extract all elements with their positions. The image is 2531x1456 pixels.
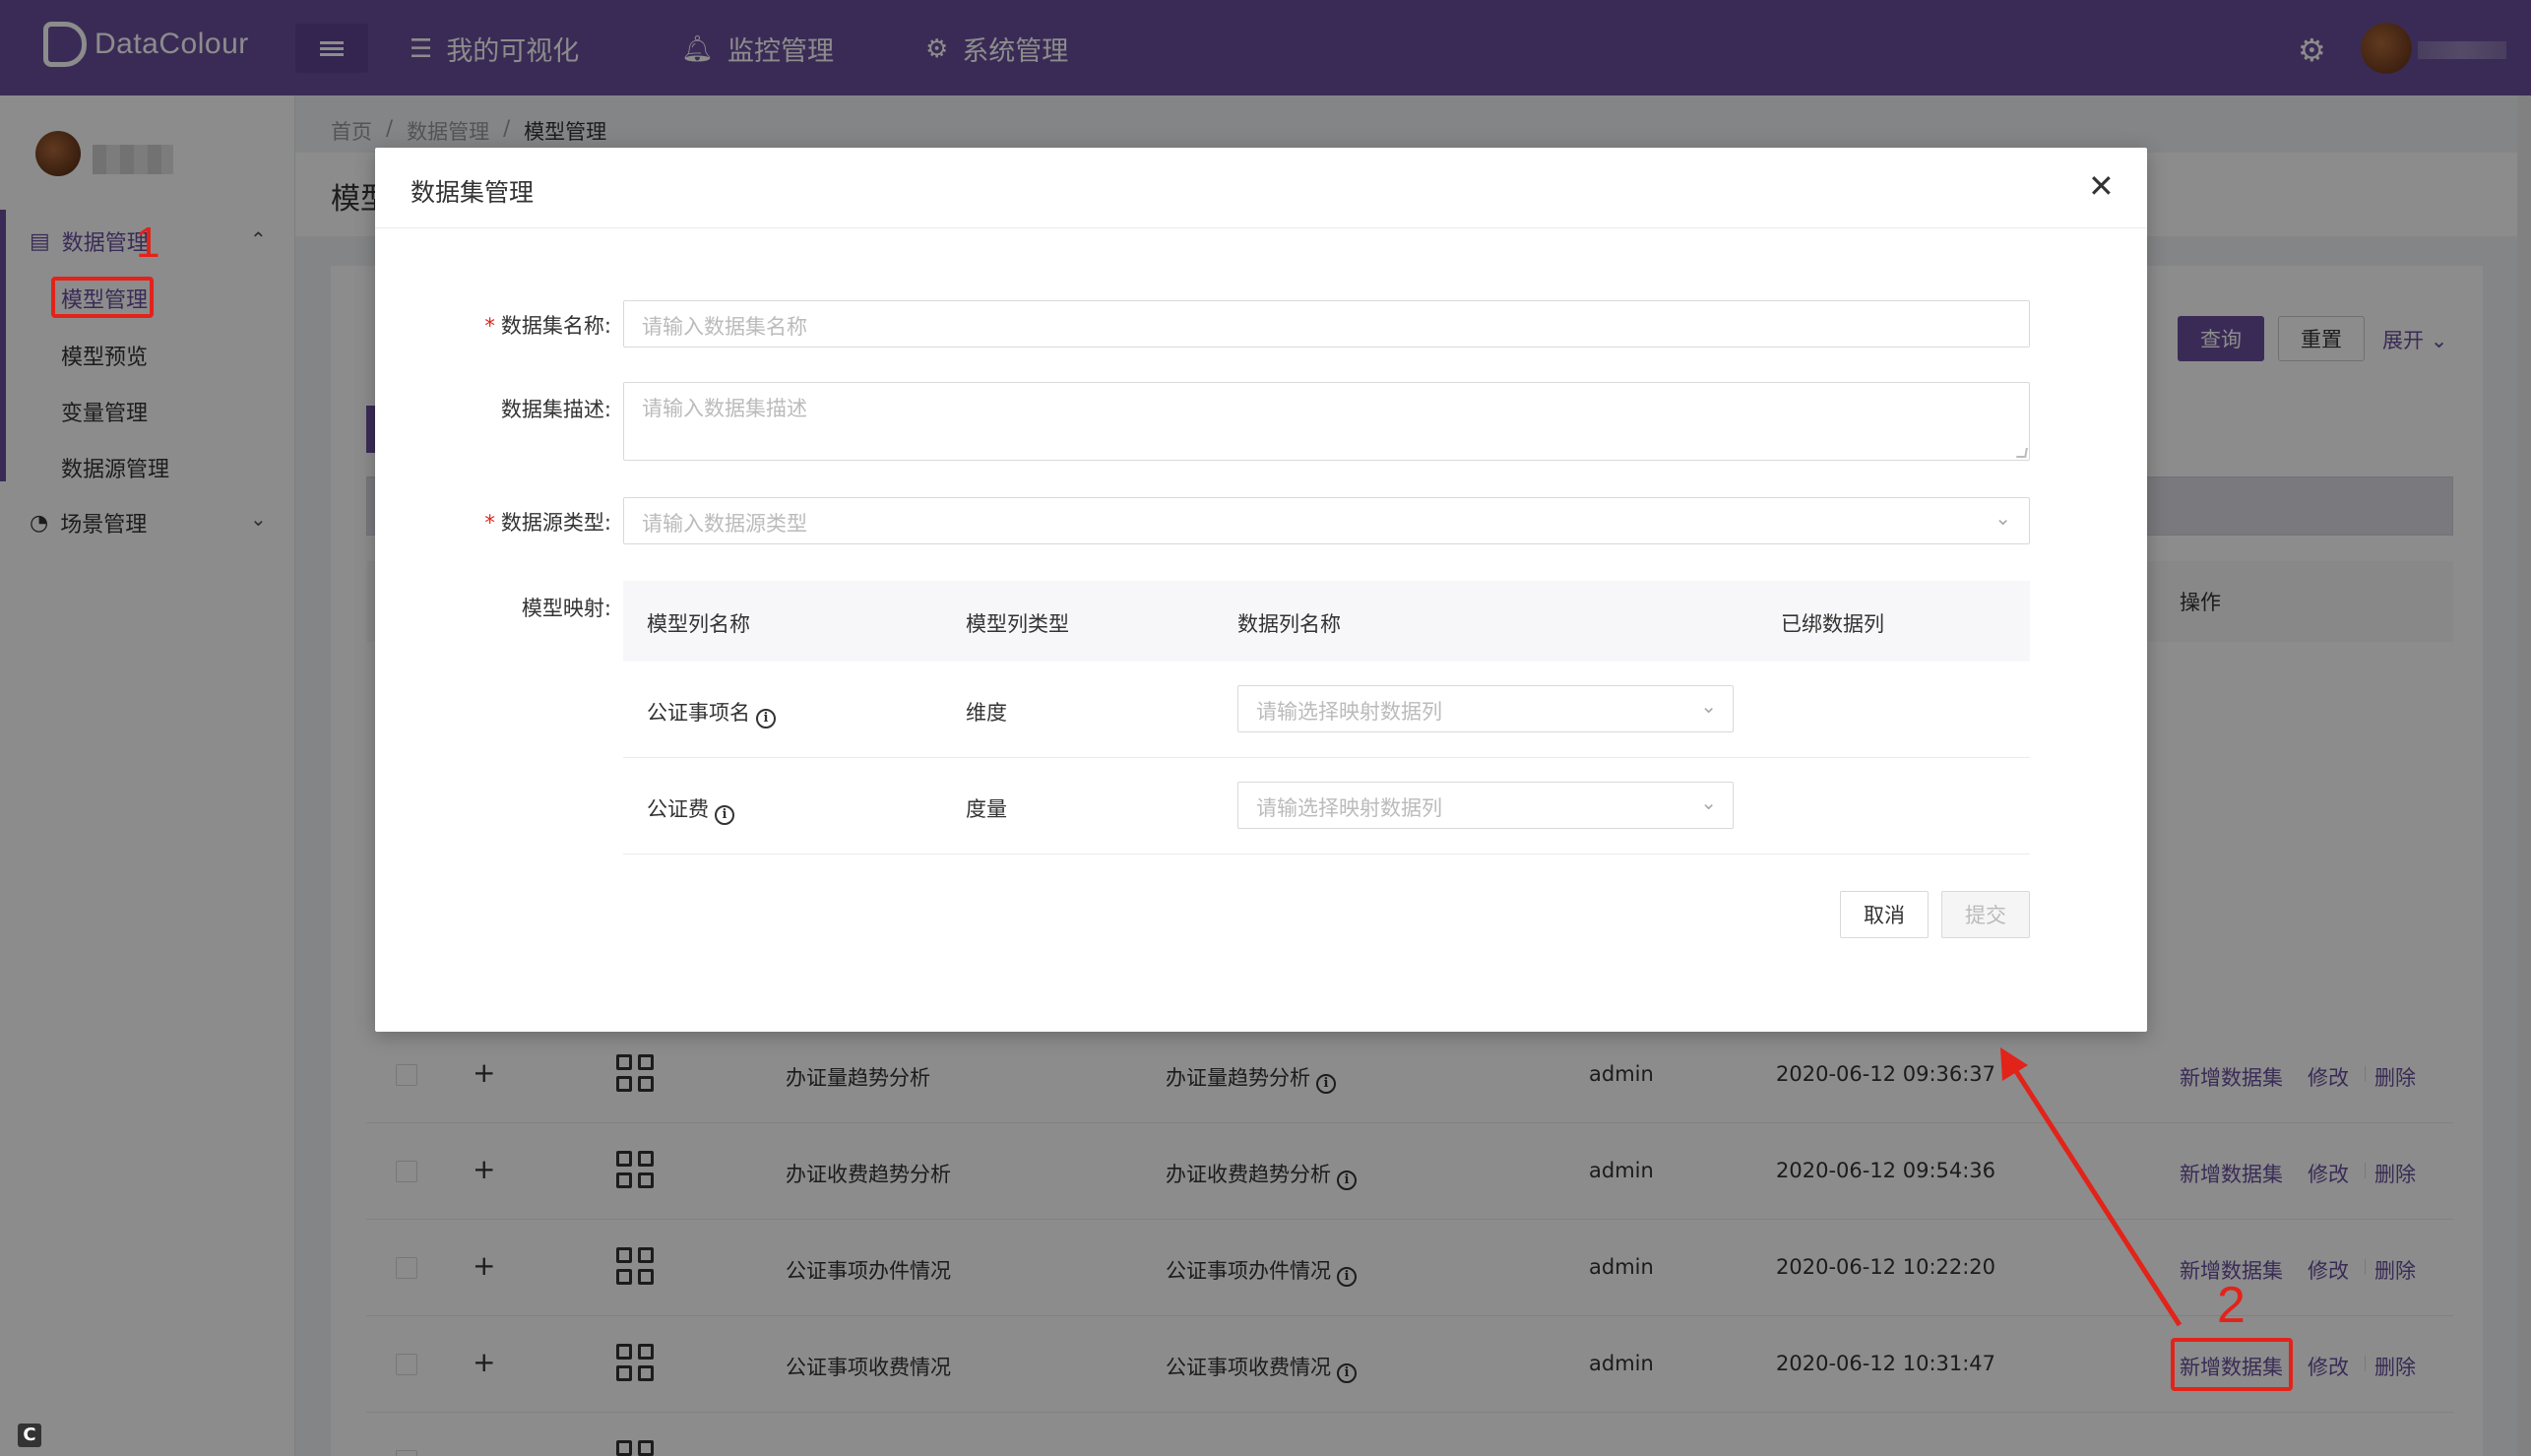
resize-handle-icon[interactable] <box>2016 448 2028 458</box>
placeholder: 请输入数据集名称 <box>642 315 807 339</box>
dataset-desc-label: 数据集描述: <box>500 398 611 421</box>
dataset-name-input[interactable]: 请输入数据集名称 <box>623 300 2030 348</box>
c-badge-icon: C <box>18 1424 41 1447</box>
datasource-type-select[interactable]: 请输入数据源类型 ⌄ <box>623 497 2030 544</box>
annotation-number-1: 1 <box>136 219 160 267</box>
info-icon[interactable]: i <box>756 709 776 728</box>
column-text: 公证事项名 <box>647 701 750 725</box>
model-mapping-label: 模型映射: <box>521 597 611 620</box>
model-column-type: 维度 <box>966 701 1007 725</box>
header-model-column: 模型列名称 <box>647 612 750 636</box>
info-icon[interactable]: i <box>715 805 734 825</box>
submit-button[interactable]: 提交 <box>1941 891 2030 938</box>
label-text: 数据集描述 <box>500 398 604 421</box>
annotation-box-1 <box>51 277 154 318</box>
datasource-type-label: * 数据源类型: <box>484 511 611 535</box>
mapping-table-header: 模型列名称 模型列类型 数据列名称 已绑数据列 <box>623 581 2030 662</box>
placeholder: 请输选择映射数据列 <box>1256 700 1442 724</box>
data-column-select[interactable]: 请输选择映射数据列 ⌄ <box>1237 685 1734 732</box>
column-text: 公证费 <box>647 797 709 821</box>
chevron-down-icon: ⌄ <box>1994 506 2011 530</box>
annotation-box-2 <box>2171 1338 2293 1391</box>
chevron-down-icon: ⌄ <box>1700 791 1717 814</box>
model-column-name: 公证费 i <box>647 793 734 825</box>
label-text: 数据集名称 <box>500 314 604 338</box>
dataset-management-dialog: 数据集管理 ✕ * 数据集名称: 请输入数据集名称 数据集描述: 请输入数据集描述… <box>375 148 2147 1032</box>
mapping-row: 公证费 i 度量 请输选择映射数据列 ⌄ <box>623 758 2030 855</box>
dataset-name-label: * 数据集名称: <box>484 314 611 338</box>
model-column-name: 公证事项名 i <box>647 697 776 728</box>
chevron-down-icon: ⌄ <box>1700 694 1717 718</box>
model-column-type: 度量 <box>966 797 1007 821</box>
dataset-desc-textarea[interactable]: 请输入数据集描述 <box>623 382 2030 461</box>
annotation-number-2: 2 <box>2217 1277 2246 1334</box>
cancel-button[interactable]: 取消 <box>1840 891 1929 938</box>
dialog-header: 数据集管理 ✕ <box>375 148 2147 228</box>
mapping-row: 公证事项名 i 维度 请输选择映射数据列 ⌄ <box>623 662 2030 758</box>
model-mapping-table: 模型列名称 模型列类型 数据列名称 已绑数据列 公证事项名 i 维度 请输选择映射… <box>623 581 2030 856</box>
header-bound-column: 已绑数据列 <box>1781 612 1884 636</box>
close-icon[interactable]: ✕ <box>2088 167 2115 205</box>
required-mark: * <box>484 511 495 535</box>
dialog-title: 数据集管理 <box>411 178 535 207</box>
placeholder: 请输入数据源类型 <box>642 512 807 536</box>
label-text: 数据源类型 <box>500 511 604 535</box>
header-data-column: 数据列名称 <box>1237 612 1341 636</box>
data-column-select[interactable]: 请输选择映射数据列 ⌄ <box>1237 782 1734 829</box>
label-text: 模型映射 <box>521 597 604 620</box>
required-mark: * <box>484 314 495 338</box>
placeholder: 请输入数据集描述 <box>642 397 807 420</box>
header-column-type: 模型列类型 <box>966 612 1069 636</box>
placeholder: 请输选择映射数据列 <box>1256 796 1442 820</box>
